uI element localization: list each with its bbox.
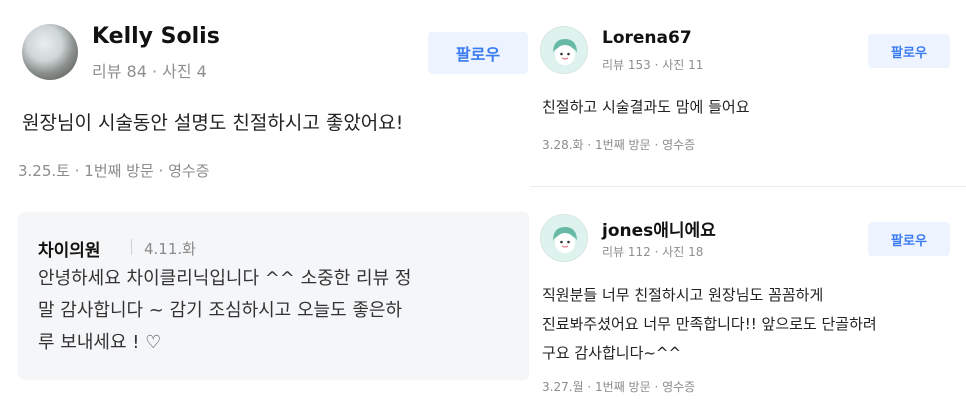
review-text: 원장님이 시술동안 설명도 친절하시고 좋았어요! bbox=[22, 112, 404, 134]
user-stats: 리뷰 153 · 사진 11 bbox=[602, 58, 704, 72]
user-stats: 리뷰 84 · 사진 4 bbox=[92, 62, 207, 81]
face-icon bbox=[541, 215, 587, 261]
face-icon bbox=[541, 27, 587, 73]
reply-author: 차이의원 bbox=[38, 241, 101, 261]
reply-line: 말 감사합니다 ~ 감기 조심하시고 오늘도 좋은하 bbox=[38, 300, 403, 321]
user-avatar[interactable] bbox=[540, 26, 588, 74]
user-name[interactable]: Kelly Solis bbox=[92, 24, 220, 49]
review-text: 구요 감사합니다~^^ bbox=[542, 344, 682, 362]
user-name[interactable]: Lorena67 bbox=[602, 28, 692, 48]
user-name[interactable]: jones애니에요 bbox=[602, 216, 716, 241]
review-divider bbox=[530, 186, 966, 187]
visit-info: 3.25.토 · 1번째 방문 · 영수증 bbox=[18, 162, 210, 180]
user-stats: 리뷰 112 · 사진 18 bbox=[602, 245, 704, 259]
visit-info: 3.28.화 · 1번째 방문 · 영수증 bbox=[542, 138, 696, 152]
review-text: 친절하고 시술결과도 맘에 들어요 bbox=[542, 98, 750, 116]
user-avatar[interactable] bbox=[22, 24, 78, 80]
reply-date: 4.11.화 bbox=[144, 240, 196, 258]
follow-button[interactable]: 팔로우 bbox=[428, 32, 528, 74]
follow-button[interactable]: 팔로우 bbox=[868, 222, 950, 256]
reply-line: 안녕하세요 차이클리닉입니다 ^^ 소중한 리뷰 정 bbox=[38, 268, 412, 289]
reply-divider bbox=[131, 239, 132, 255]
follow-button[interactable]: 팔로우 bbox=[868, 34, 950, 68]
owner-reply-box: 차이의원 4.11.화 안녕하세요 차이클리닉입니다 ^^ 소중한 리뷰 정 말… bbox=[18, 212, 529, 380]
review-list-right: Lorena67 리뷰 153 · 사진 11 팔로우 친절하고 시술결과도 맘… bbox=[530, 0, 966, 414]
review-text: 진료봐주셨어요 너무 만족합니다!! 앞으로도 단골하려 bbox=[542, 315, 877, 333]
review-text: 직원분들 너무 친절하시고 원장님도 꼼꼼하게 bbox=[542, 286, 824, 304]
review-card-left: Kelly Solis 리뷰 84 · 사진 4 팔로우 원장님이 시술동안 설… bbox=[0, 0, 530, 414]
visit-info: 3.27.월 · 1번째 방문 · 영수증 bbox=[542, 380, 696, 394]
user-avatar[interactable] bbox=[540, 214, 588, 262]
reply-line: 루 보내세요 ! ♡ bbox=[38, 332, 162, 353]
